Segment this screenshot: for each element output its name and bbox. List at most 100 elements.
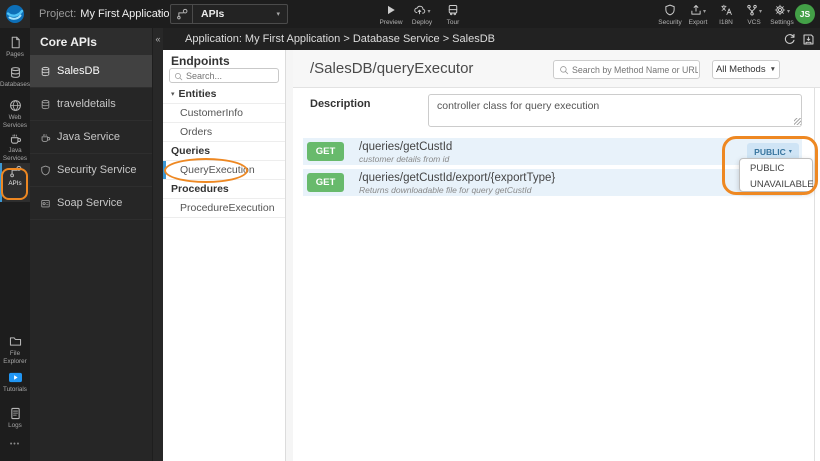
endpoint-summary: Returns downloadable file for query getC…	[359, 185, 532, 195]
section-label: Entities	[178, 88, 217, 100]
endpoint-path: /queries/getCustId/export/{exportType}	[359, 172, 556, 184]
sidebar-item-label: Web Services	[2, 114, 28, 129]
endpoints-section-entities[interactable]: ▾ Entities	[163, 85, 285, 104]
endpoint-path: /queries/getCustId	[359, 141, 453, 153]
left-sidebar: Pages Databases Web Services Java Servic…	[0, 28, 30, 461]
tour-button[interactable]: Tour	[439, 4, 467, 26]
top-bar: Project: My First Application › APIs ▾ P…	[0, 0, 820, 28]
access-dropdown-menu: PUBLIC UNAVAILABLE	[739, 158, 814, 192]
caret-down-icon: ▾	[276, 11, 280, 18]
utility-actions: Security ▾ Export I18N ▾ VCS ▾ Settings	[656, 4, 796, 26]
deploy-label: Deploy	[411, 19, 433, 26]
description-textarea[interactable]: controller class for query execution	[428, 94, 802, 127]
api-icon	[171, 5, 193, 23]
access-option-unavailable[interactable]: UNAVAILABLE	[740, 176, 814, 192]
folder-icon	[9, 335, 22, 348]
settings-button[interactable]: ▾ Settings	[768, 4, 796, 26]
security-button[interactable]: Security	[656, 4, 684, 26]
resize-grip-icon[interactable]	[794, 118, 801, 125]
method-badge-get: GET	[307, 142, 344, 161]
core-api-soap-service[interactable]: Soap Service	[30, 187, 152, 220]
export-button[interactable]: ▾ Export	[684, 4, 712, 26]
method-search-input[interactable]	[572, 62, 698, 77]
core-api-traveldetails[interactable]: traveldetails	[30, 88, 152, 121]
app-logo[interactable]	[0, 0, 30, 28]
refresh-icon[interactable]	[782, 32, 796, 46]
globe-icon	[9, 99, 22, 112]
endpoint-item-label: ProcedureExecution	[180, 202, 275, 214]
sidebar-item-databases[interactable]: Databases	[0, 64, 30, 97]
sidebar-item-label: Tutorials	[3, 386, 27, 393]
user-avatar[interactable]: JS	[795, 4, 815, 24]
caret-down-icon: ▾	[786, 9, 790, 15]
core-api-java-service[interactable]: Java Service	[30, 121, 152, 154]
preview-label: Preview	[379, 19, 403, 26]
endpoint-item-orders[interactable]: Orders	[163, 123, 285, 142]
sidebar-item-apis[interactable]: APIs	[0, 163, 30, 202]
caret-down-icon: ▾	[427, 9, 431, 15]
vcs-button[interactable]: ▾ VCS	[740, 4, 768, 26]
search-icon	[560, 66, 569, 75]
endpoints-title: Endpoints	[171, 54, 230, 68]
core-api-security-service[interactable]: Security Service	[30, 154, 152, 187]
i18n-button[interactable]: I18N	[712, 4, 740, 26]
endpoints-search-box	[169, 68, 279, 83]
sidebar-item-label: Logs	[8, 422, 22, 429]
chevron-right-icon: ›	[157, 4, 162, 19]
endpoint-item-customerinfo[interactable]: CustomerInfo	[163, 104, 285, 123]
project-label: Project:	[39, 8, 77, 20]
core-api-label: SalesDB	[57, 65, 100, 77]
method-badge-get: GET	[307, 173, 344, 192]
sidebar-item-web-services[interactable]: Web Services	[0, 97, 30, 130]
main-scrollbar[interactable]	[814, 88, 815, 461]
caret-down-icon: ▾	[702, 9, 706, 15]
endpoints-panel: Endpoints ▾ Entities CustomerInfo Orders…	[163, 50, 293, 461]
shield-icon	[40, 165, 51, 176]
save-export-icon[interactable]	[801, 32, 815, 46]
sidebar-item-label: APIs	[8, 180, 22, 187]
api-icon	[9, 165, 22, 178]
coffee-icon	[40, 132, 51, 143]
i18n-label: I18N	[719, 19, 733, 26]
endpoint-item-label: Orders	[180, 126, 213, 138]
endpoint-row-getcustid-export[interactable]: GET /queries/getCustId/export/{exportTyp…	[303, 169, 802, 196]
endpoint-item-label: CustomerInfo	[180, 107, 244, 119]
database-icon	[40, 99, 51, 110]
project-name: My First Application	[80, 8, 176, 20]
section-label: Queries	[171, 145, 211, 157]
sidebar-item-label: File Explorer	[3, 350, 27, 365]
endpoint-item-queryexecution[interactable]: QueryExecution	[163, 161, 285, 180]
endpoints-section-procedures[interactable]: Procedures	[163, 180, 285, 199]
method-filter-dropdown[interactable]: All Methods ▼	[712, 60, 780, 79]
access-option-public[interactable]: PUBLIC	[740, 160, 812, 176]
endpoint-row-getcustid[interactable]: GET /queries/getCustId customer details …	[303, 138, 802, 165]
endpoints-scrollbar[interactable]	[285, 50, 293, 461]
collapse-panel-icon[interactable]: «	[153, 34, 163, 44]
vcs-label: VCS	[747, 19, 761, 26]
endpoints-section-queries[interactable]: Queries	[163, 142, 285, 161]
sidebar-top-items: Pages Databases Web Services Java Servic…	[0, 28, 30, 202]
tour-label: Tour	[446, 19, 460, 26]
core-api-salesdb[interactable]: SalesDB	[30, 55, 152, 88]
sidebar-item-pages[interactable]: Pages	[0, 34, 30, 64]
preview-button[interactable]: Preview	[377, 4, 405, 26]
core-api-label: Java Service	[57, 131, 120, 143]
sidebar-item-java-services[interactable]: Java Services	[0, 130, 30, 163]
endpoints-search-input[interactable]	[186, 69, 278, 82]
sidebar-item-label: Pages	[6, 51, 24, 58]
endpoint-item-procedureexecution[interactable]: ProcedureExecution	[163, 199, 285, 218]
sidebar-item-logs[interactable]: Logs	[0, 405, 30, 441]
more-options-icon[interactable]: •••	[0, 441, 30, 457]
sidebar-item-file-explorer[interactable]: File Explorer	[0, 333, 30, 369]
export-label: Export	[688, 19, 708, 26]
play-icon	[385, 4, 397, 16]
settings-label: Settings	[770, 19, 794, 26]
workspace-dropdown[interactable]: APIs ▾	[170, 4, 288, 24]
sidebar-item-tutorials[interactable]: Tutorials	[0, 369, 30, 405]
endpoints-list: ▾ Entities CustomerInfo Orders Queries Q…	[163, 85, 285, 218]
bus-icon	[447, 4, 459, 16]
coffee-icon	[9, 132, 22, 145]
breadcrumb: Application: My First Application > Data…	[185, 33, 495, 45]
deploy-button[interactable]: ▾ Deploy	[405, 4, 439, 26]
database-icon	[40, 66, 51, 77]
